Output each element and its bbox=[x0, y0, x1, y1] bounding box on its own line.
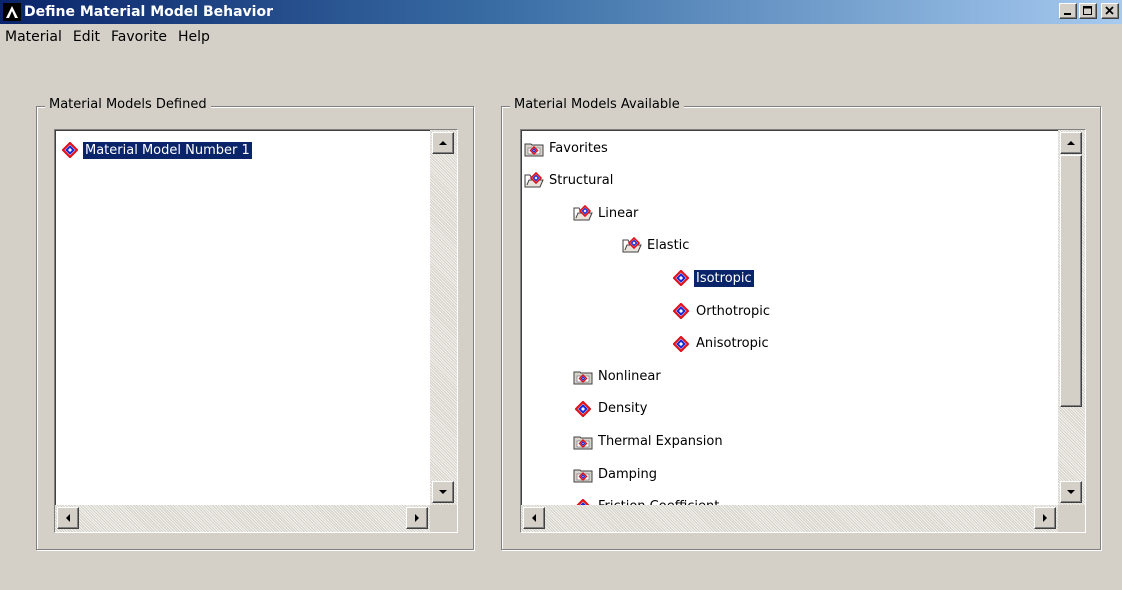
defined-scroll-down-button[interactable] bbox=[432, 481, 454, 503]
maximize-button[interactable] bbox=[1079, 3, 1097, 19]
tree-item-thermal-expansion[interactable]: Thermal Expansion bbox=[573, 430, 725, 452]
available-scroll-down-button[interactable] bbox=[1060, 481, 1082, 503]
arrow-right-icon bbox=[1043, 514, 1047, 522]
close-icon bbox=[1105, 6, 1114, 15]
tree-item-structural[interactable]: Structural bbox=[524, 170, 615, 192]
defined-scroll-corner bbox=[430, 505, 457, 532]
material-model-icon bbox=[573, 400, 593, 418]
defined-scroll-left-button[interactable] bbox=[57, 507, 79, 529]
tree-item-orthotropic[interactable]: Orthotropic bbox=[671, 300, 772, 322]
tree-item-favorites[interactable]: Favorites bbox=[524, 137, 610, 159]
available-horizontal-scrollbar[interactable] bbox=[521, 505, 1058, 532]
closed-folder-icon bbox=[524, 139, 544, 157]
arrow-down-icon bbox=[439, 490, 447, 494]
arrow-left-icon bbox=[66, 514, 70, 522]
open-folder-icon bbox=[573, 204, 593, 222]
closed-folder-icon bbox=[573, 367, 593, 385]
tree-item-label: Isotropic bbox=[694, 269, 754, 287]
defined-models-group: Material Models Defined Material Model N… bbox=[36, 97, 474, 550]
available-scroll-up-button[interactable] bbox=[1060, 132, 1082, 154]
available-scroll-corner bbox=[1058, 505, 1085, 532]
tree-item-label: Orthotropic bbox=[696, 303, 770, 319]
tree-item-material-model-number-1[interactable]: Material Model Number 1 bbox=[60, 139, 252, 161]
maximize-icon bbox=[1083, 6, 1092, 15]
available-scroll-right-button[interactable] bbox=[1034, 507, 1056, 529]
defined-vscroll-track[interactable] bbox=[430, 130, 457, 505]
material-model-icon bbox=[671, 335, 691, 353]
arrow-down-icon bbox=[1067, 490, 1075, 494]
tree-item-linear[interactable]: Linear bbox=[573, 202, 640, 224]
tree-item-label: Density bbox=[598, 401, 648, 417]
tree-item-density[interactable]: Density bbox=[573, 398, 649, 420]
tree-item-label: Anisotropic bbox=[696, 336, 769, 352]
tree-item-label: Linear bbox=[598, 205, 639, 221]
material-model-icon bbox=[671, 269, 691, 287]
closed-folder-icon bbox=[573, 432, 593, 450]
available-vertical-scrollbar[interactable] bbox=[1058, 130, 1085, 505]
arrow-right-icon bbox=[415, 514, 419, 522]
open-folder-icon bbox=[622, 237, 642, 255]
tree-item-damping[interactable]: Damping bbox=[573, 463, 659, 485]
arrow-up-icon bbox=[439, 141, 447, 145]
tree-item-label: Damping bbox=[598, 466, 657, 482]
material-model-icon bbox=[60, 141, 80, 159]
tree-item-anisotropic[interactable]: Anisotropic bbox=[671, 333, 771, 355]
defined-vertical-scrollbar[interactable] bbox=[430, 130, 457, 505]
menu-bar: Material Edit Favorite Help bbox=[0, 24, 216, 50]
minimize-icon bbox=[1064, 13, 1071, 15]
available-scroll-left-button[interactable] bbox=[523, 507, 545, 529]
ansys-logo-icon bbox=[3, 3, 21, 21]
tree-item-elastic[interactable]: Elastic bbox=[622, 235, 691, 257]
window-title: Define Material Model Behavior bbox=[24, 4, 273, 20]
close-button[interactable] bbox=[1101, 3, 1119, 19]
available-models-tree[interactable]: Favorites Structural Linear Elastic Isotropi… bbox=[520, 129, 1086, 533]
menu-edit[interactable]: Edit bbox=[68, 29, 106, 45]
menu-material[interactable]: Material bbox=[0, 29, 68, 45]
open-folder-icon bbox=[524, 172, 544, 190]
tree-item-label: Structural bbox=[549, 173, 614, 189]
arrow-left-icon bbox=[532, 514, 536, 522]
tree-item-label: Material Model Number 1 bbox=[83, 141, 252, 159]
defined-horizontal-scrollbar[interactable] bbox=[55, 505, 430, 532]
defined-scroll-up-button[interactable] bbox=[432, 132, 454, 154]
tree-item-nonlinear[interactable]: Nonlinear bbox=[573, 365, 663, 387]
tree-item-label: Nonlinear bbox=[598, 368, 661, 384]
available-scroll-thumb[interactable] bbox=[1060, 155, 1082, 407]
menu-favorite[interactable]: Favorite bbox=[106, 29, 173, 45]
window-controls bbox=[1059, 3, 1119, 19]
title-bar[interactable]: Define Material Model Behavior bbox=[0, 0, 1122, 24]
defined-models-group-title: Material Models Defined bbox=[45, 97, 211, 112]
defined-hscroll-track[interactable] bbox=[55, 505, 430, 532]
tree-item-isotropic[interactable]: Isotropic bbox=[671, 267, 754, 289]
minimize-button[interactable] bbox=[1059, 3, 1077, 19]
defined-models-list[interactable]: Material Model Number 1 bbox=[54, 129, 458, 533]
tree-item-label: Elastic bbox=[647, 238, 690, 254]
available-hscroll-track[interactable] bbox=[521, 505, 1058, 532]
defined-scroll-right-button[interactable] bbox=[406, 507, 428, 529]
menu-help[interactable]: Help bbox=[173, 29, 216, 45]
arrow-up-icon bbox=[1067, 141, 1075, 145]
closed-folder-icon bbox=[573, 465, 593, 483]
tree-item-label: Thermal Expansion bbox=[598, 433, 723, 449]
material-model-icon bbox=[671, 302, 691, 320]
tree-item-label: Favorites bbox=[549, 140, 608, 156]
available-models-group-title: Material Models Available bbox=[510, 97, 684, 112]
available-models-group: Material Models Available Favorites Struc… bbox=[501, 97, 1101, 550]
